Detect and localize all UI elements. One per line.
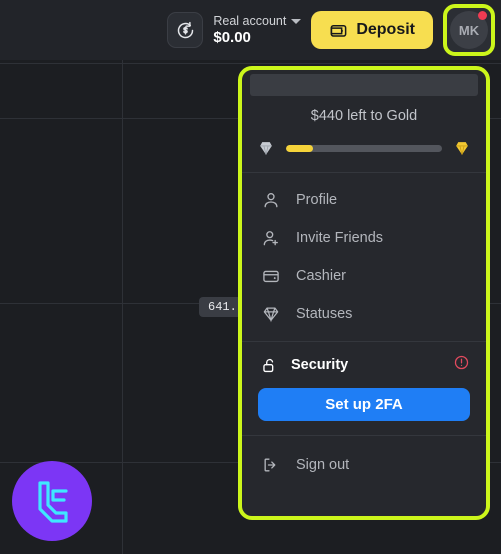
status-progress-block: $440 left to Gold — [242, 96, 486, 172]
wallet-icon — [330, 24, 347, 37]
menu-item-statuses[interactable]: Statuses — [242, 295, 486, 333]
account-selector[interactable]: Real account $0.00 — [213, 14, 302, 46]
lc-monogram-icon — [38, 481, 68, 523]
avatar-button[interactable]: MK — [443, 4, 495, 56]
notification-dot — [478, 11, 487, 20]
user-icon — [260, 189, 282, 211]
menu-item-invite-friends[interactable]: Invite Friends — [242, 219, 486, 257]
refresh-dollar-icon — [177, 21, 194, 38]
sign-out-section: Sign out — [242, 436, 486, 484]
alert-circle-icon — [453, 354, 470, 376]
user-plus-icon — [260, 227, 282, 249]
account-balance: $0.00 — [213, 29, 251, 46]
diamond-icon — [260, 303, 282, 325]
unlock-icon — [258, 354, 280, 376]
status-progress-text: $440 left to Gold — [310, 108, 418, 124]
chevron-down-icon — [291, 18, 302, 24]
menu-item-sign-out[interactable]: Sign out — [242, 446, 486, 484]
panel-top-strip — [250, 74, 478, 96]
menu-item-profile[interactable]: Profile — [242, 181, 486, 219]
menu-item-label: Profile — [296, 192, 338, 208]
menu-item-label: Cashier — [296, 268, 346, 284]
deposit-button[interactable]: Deposit — [311, 11, 433, 49]
wallet-icon — [260, 265, 282, 287]
chart-gridline-vertical — [122, 58, 123, 554]
menu-item-label: Sign out — [296, 457, 350, 473]
security-header: Security — [258, 354, 470, 376]
menu-item-label: Statuses — [296, 306, 353, 322]
top-bar: Real account $0.00 Deposit MK — [0, 0, 501, 60]
security-title: Security — [291, 357, 349, 373]
security-section: Security Set up 2FA — [242, 342, 486, 435]
profile-menu-list: Profile Invite Friends Cashier Statuses — [242, 173, 486, 341]
status-progress-bar — [286, 144, 442, 152]
lc-monogram-logo — [12, 461, 92, 541]
account-switch-button[interactable] — [167, 12, 204, 48]
gold-diamond-icon — [456, 142, 468, 155]
status-progress-fill — [286, 144, 313, 152]
setup-2fa-button[interactable]: Set up 2FA — [258, 388, 470, 421]
account-type-label: Real account — [213, 14, 287, 28]
menu-item-cashier[interactable]: Cashier — [242, 257, 486, 295]
silver-diamond-icon — [260, 142, 272, 155]
chart-gridline-horizontal — [0, 63, 501, 64]
status-progress-row — [256, 138, 472, 158]
logout-icon — [260, 454, 282, 476]
menu-item-label: Invite Friends — [296, 230, 384, 246]
profile-dropdown-panel: $440 left to Gold Profile Invite Friends… — [238, 66, 490, 520]
deposit-label: Deposit — [356, 21, 415, 38]
